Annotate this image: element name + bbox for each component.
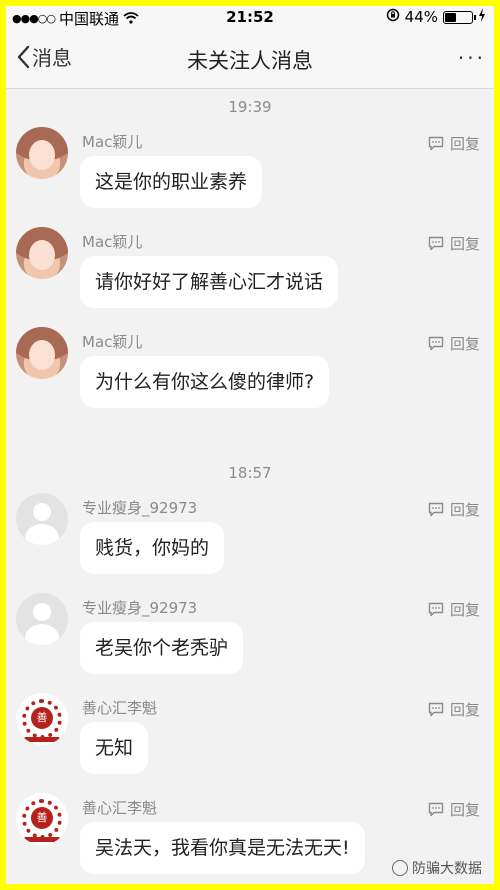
battery-percent: 44% bbox=[404, 8, 438, 26]
page-title: 未关注人消息 bbox=[187, 49, 313, 73]
comment-icon bbox=[428, 802, 444, 817]
seal-avatar[interactable]: 善 bbox=[16, 693, 68, 745]
message-bubble[interactable]: 无知 bbox=[80, 722, 149, 774]
message-item: Mac颖儿 回复请你好好了解善心汇才说话 bbox=[6, 227, 494, 327]
reply-button[interactable]: 回复 bbox=[428, 799, 480, 820]
reply-label: 回复 bbox=[449, 701, 480, 719]
battery-level bbox=[445, 12, 456, 22]
sender-name[interactable]: Mac颖儿 bbox=[82, 331, 142, 352]
watermark-text: 防骗大数据 bbox=[412, 861, 482, 877]
message-item: Mac颖儿 回复为什么有你这么傻的律师? bbox=[6, 327, 494, 427]
reply-button[interactable]: 回复 bbox=[428, 133, 480, 154]
reply-button[interactable]: 回复 bbox=[428, 599, 480, 620]
sender-name[interactable]: 专业瘦身_92973 bbox=[82, 497, 197, 518]
sender-name[interactable]: 专业瘦身_92973 bbox=[82, 597, 197, 618]
comment-icon bbox=[428, 236, 444, 251]
battery-icon bbox=[443, 10, 476, 24]
message-bubble[interactable]: 这是你的职业素养 bbox=[80, 156, 263, 208]
girl-avatar[interactable] bbox=[16, 127, 68, 179]
status-right: 44% bbox=[386, 8, 486, 26]
reply-button[interactable]: 回复 bbox=[428, 499, 480, 520]
comment-icon bbox=[428, 602, 444, 617]
reply-button[interactable]: 回复 bbox=[428, 333, 480, 354]
sender-name[interactable]: 善心汇李魁 bbox=[82, 797, 157, 818]
message-item: 善善心汇李魁 回复无知 bbox=[6, 693, 494, 793]
orientation-lock-icon bbox=[386, 8, 400, 26]
charging-icon bbox=[478, 8, 486, 26]
reply-button[interactable]: 回复 bbox=[428, 699, 480, 720]
sender-name[interactable]: 善心汇李魁 bbox=[82, 697, 157, 718]
message-list: 19:39 Mac颖儿 回复 这是你的职业素养 Mac颖儿 回复 请你好好了解善心汇才说话 M… bbox=[6, 89, 494, 884]
girl-avatar[interactable] bbox=[16, 327, 68, 379]
comment-icon bbox=[428, 336, 444, 351]
navigation-bar: 消息 未关注人消息 ··· bbox=[6, 28, 494, 89]
reply-label: 回复 bbox=[449, 335, 480, 353]
more-options-button[interactable]: ··· bbox=[458, 46, 486, 70]
default-avatar[interactable] bbox=[16, 493, 68, 545]
sender-name[interactable]: Mac颖儿 bbox=[82, 231, 142, 252]
message-bubble[interactable]: 吴法天，我看你真是无法无天! bbox=[80, 822, 365, 874]
timestamp: 18:57 bbox=[228, 464, 272, 482]
timestamp: 19:39 bbox=[228, 98, 272, 116]
comment-icon bbox=[428, 136, 444, 151]
watermark: 防骗大数据 bbox=[392, 858, 482, 878]
message-bubble[interactable]: 请你好好了解善心汇才说话 bbox=[80, 256, 339, 308]
message-item: 专业瘦身_92973 回复贱货，你妈的 bbox=[6, 493, 494, 593]
reply-label: 回复 bbox=[449, 235, 480, 253]
message-item: Mac颖儿 回复这是你的职业素养 bbox=[6, 127, 494, 227]
reply-label: 回复 bbox=[449, 601, 480, 619]
comment-icon bbox=[428, 502, 444, 517]
reply-label: 回复 bbox=[449, 801, 480, 819]
status-bar: ●●●○○ 中国联通 21:52 44% bbox=[6, 6, 494, 28]
reply-button[interactable]: 回复 bbox=[428, 233, 480, 254]
reply-label: 回复 bbox=[449, 501, 480, 519]
message-bubble[interactable]: 贱货，你妈的 bbox=[80, 522, 225, 574]
default-avatar[interactable] bbox=[16, 593, 68, 645]
message-bubble[interactable]: 为什么有你这么傻的律师? bbox=[80, 356, 330, 408]
sender-name[interactable]: Mac颖儿 bbox=[82, 131, 142, 152]
message-bubble[interactable]: 老吴你个老秃驴 bbox=[80, 622, 244, 674]
screen-frame: ●●●○○ 中国联通 21:52 44% 消息 未关注人消息 ··· 19:39… bbox=[0, 0, 500, 890]
seal-avatar[interactable]: 善 bbox=[16, 793, 68, 845]
comment-icon bbox=[428, 702, 444, 717]
wechat-logo-icon bbox=[392, 860, 408, 876]
girl-avatar[interactable] bbox=[16, 227, 68, 279]
message-item: 专业瘦身_92973 回复老吴你个老秃驴 bbox=[6, 593, 494, 693]
reply-label: 回复 bbox=[449, 135, 480, 153]
